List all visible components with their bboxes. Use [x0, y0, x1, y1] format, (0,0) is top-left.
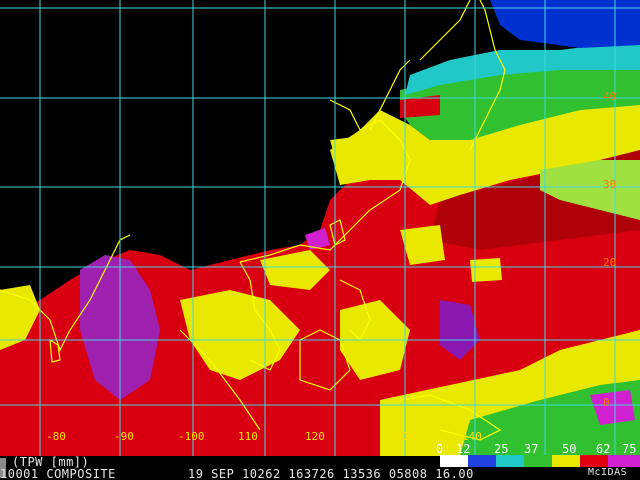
lon-label-90: -90 [114, 430, 134, 443]
lon-label-110: 110 [238, 430, 258, 443]
lon-label-80: -80 [46, 430, 66, 443]
scale-swatch-green [524, 455, 552, 467]
lon-label-120: 120 [305, 430, 325, 443]
scale-tick-0: 0 [436, 442, 444, 456]
scale-swatch-red [580, 455, 608, 467]
lat-label-0: 0 [603, 396, 610, 409]
scale-swatch-white [440, 455, 468, 467]
scale-swatch-yellow [552, 455, 580, 467]
image-datetime: 19 SEP 10262 163726 13536 05808 16.00 [188, 467, 474, 480]
scale-swatch-cyan [496, 455, 524, 467]
scale-tick-25: 25 [494, 442, 509, 456]
lon-label-130: -130 [390, 430, 417, 443]
satellite-map-view: -80 -90 -100 110 120 -130 140 40 30 20 0… [0, 0, 640, 480]
scale-swatch-magenta [608, 455, 640, 467]
scale-tick-75: 75 [622, 442, 637, 456]
lat-label-30: 30 [603, 178, 617, 191]
lon-label-100: -100 [178, 430, 205, 443]
lat-label-20: 20 [603, 256, 617, 269]
scale-tick-12: 12 [456, 442, 471, 456]
scale-tick-62: 62 [596, 442, 611, 456]
tpw-map [0, 0, 640, 456]
color-scale [440, 455, 640, 467]
scale-tick-37: 37 [524, 442, 539, 456]
image-id: 10001 COMPOSITE [0, 467, 116, 480]
lat-label-40: 40 [603, 90, 617, 103]
scale-swatch-blue [468, 455, 496, 467]
scale-tick-50: 50 [562, 442, 577, 456]
mcidas-credit: McIDAS [588, 467, 628, 478]
